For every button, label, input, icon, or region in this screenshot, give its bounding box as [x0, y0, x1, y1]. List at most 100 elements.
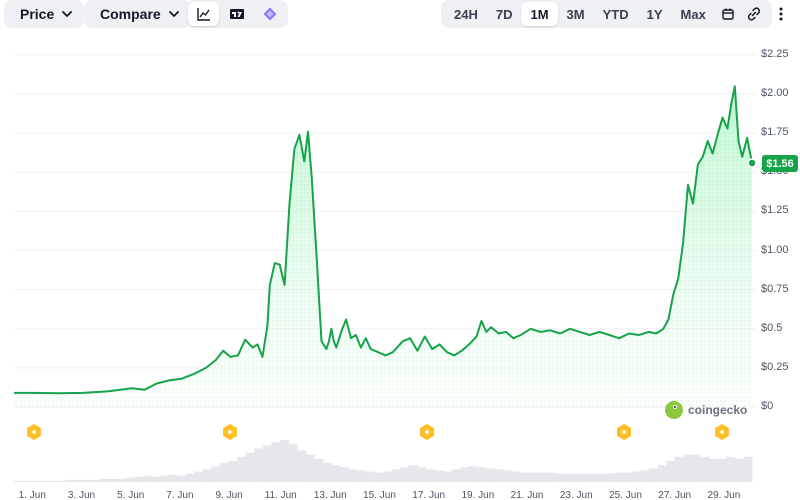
volume-bar [159, 475, 169, 482]
volume-bar [108, 478, 118, 482]
volume-bar [340, 467, 350, 482]
volume-bar [365, 471, 375, 482]
volume-bar [245, 452, 255, 482]
volume-bar [734, 458, 744, 482]
price-chart [14, 54, 757, 483]
x-tick-label: 25. Jun [609, 490, 642, 500]
volume-bar [486, 468, 495, 483]
x-tick-label: 5. Jun [117, 490, 145, 500]
volume-bar [443, 471, 453, 482]
volume-bar [237, 456, 247, 482]
volume-bar [14, 480, 23, 482]
volume-bar [460, 467, 470, 482]
y-tick-label: $1.75 [761, 126, 789, 139]
event-marker-icon[interactable] [221, 423, 239, 441]
coingecko-watermark: coingecko [665, 401, 747, 419]
x-tick-label: 3. Jun [67, 490, 96, 500]
volume-bar [606, 473, 616, 482]
volume-bar [477, 467, 487, 482]
volume-bar [134, 476, 144, 483]
volume-bar [631, 471, 641, 482]
y-tick-label: $2.25 [761, 48, 789, 60]
x-tick-label: 29. Jun [707, 490, 741, 500]
volume-bar [357, 470, 367, 482]
volume-bar [331, 465, 341, 482]
volume-bar [117, 478, 126, 482]
volume-bar [211, 466, 221, 483]
y-tick-label: $0 [761, 400, 774, 412]
volume-bar [451, 469, 461, 482]
x-tick-label: 23. Jun [559, 490, 593, 500]
volume-bar [674, 456, 684, 482]
volume-bar [657, 465, 667, 482]
volume-bar [391, 469, 401, 482]
volume-bar [151, 476, 161, 483]
volume-bar [202, 469, 212, 482]
volume-bar [125, 477, 135, 482]
volume-bar [649, 468, 658, 483]
volume-bar [74, 479, 84, 482]
y-tick-label: $0.25 [761, 360, 789, 373]
volume-bar [700, 456, 710, 482]
volume-bar [691, 454, 701, 482]
volume-bar [322, 463, 332, 482]
volume-bar [99, 478, 109, 482]
volume-bar [254, 448, 264, 482]
volume-bar [185, 473, 195, 482]
volume-bar [717, 458, 727, 482]
volume-bar [408, 465, 418, 482]
volume-bar [142, 475, 152, 482]
volume-bar [554, 473, 564, 482]
volume-bar [305, 454, 315, 482]
volume-bar [271, 442, 281, 482]
volume-bar [417, 467, 427, 482]
coingecko-logo-icon [665, 401, 683, 419]
volume-bar [39, 480, 49, 482]
volume-bar [563, 473, 573, 482]
event-marker-icon[interactable] [418, 423, 436, 441]
volume-bar [288, 444, 298, 482]
x-tick-label: 11. Jun [264, 490, 297, 500]
volume-bar [580, 473, 590, 482]
volume-bar [348, 469, 358, 482]
volume-bar [82, 479, 92, 482]
volume-bar [623, 472, 633, 483]
volume-bar [91, 479, 101, 482]
x-tick-label: 15. Jun [363, 490, 396, 500]
event-marker-icon[interactable] [713, 423, 731, 441]
x-tick-label: 19. Jun [461, 490, 495, 500]
x-tick-label: 1. Jun [18, 490, 46, 500]
volume-bar [683, 454, 693, 482]
event-marker-icon[interactable] [25, 423, 43, 441]
y-tick-label: $0.75 [761, 282, 789, 295]
x-tick-label: 27. Jun [658, 490, 692, 500]
current-price-tag: $1.56 [762, 155, 798, 172]
volume-bar [22, 480, 32, 482]
volume-bar [468, 466, 478, 483]
y-tick-label: $2.00 [761, 87, 789, 100]
volume-bar [503, 470, 513, 482]
volume-bar [425, 469, 435, 482]
volume-bar [494, 469, 504, 482]
y-tick-label: $1.25 [761, 204, 789, 217]
x-tick-label: 9. Jun [215, 490, 243, 500]
volume-bar [666, 461, 676, 482]
x-tick-label: 7. Jun [166, 490, 194, 500]
volume-bar [614, 472, 624, 483]
volume-bar [571, 473, 581, 482]
volume-bar [56, 480, 66, 482]
volume-bar [228, 461, 238, 482]
x-tick-label: 21. Jun [510, 490, 544, 500]
volume-bar [262, 445, 272, 483]
volume-bar [65, 479, 75, 482]
volume-bar [709, 458, 719, 482]
x-tick-label: 13. Jun [313, 490, 347, 500]
volume-bar [434, 470, 444, 482]
volume-bar [280, 440, 289, 482]
volume-bar [220, 463, 229, 482]
x-tick-label: 17. Jun [412, 490, 446, 500]
volume-bar [194, 471, 204, 482]
event-marker-icon[interactable] [615, 423, 633, 441]
volume-bar [597, 473, 607, 482]
volume-bar [297, 450, 307, 482]
